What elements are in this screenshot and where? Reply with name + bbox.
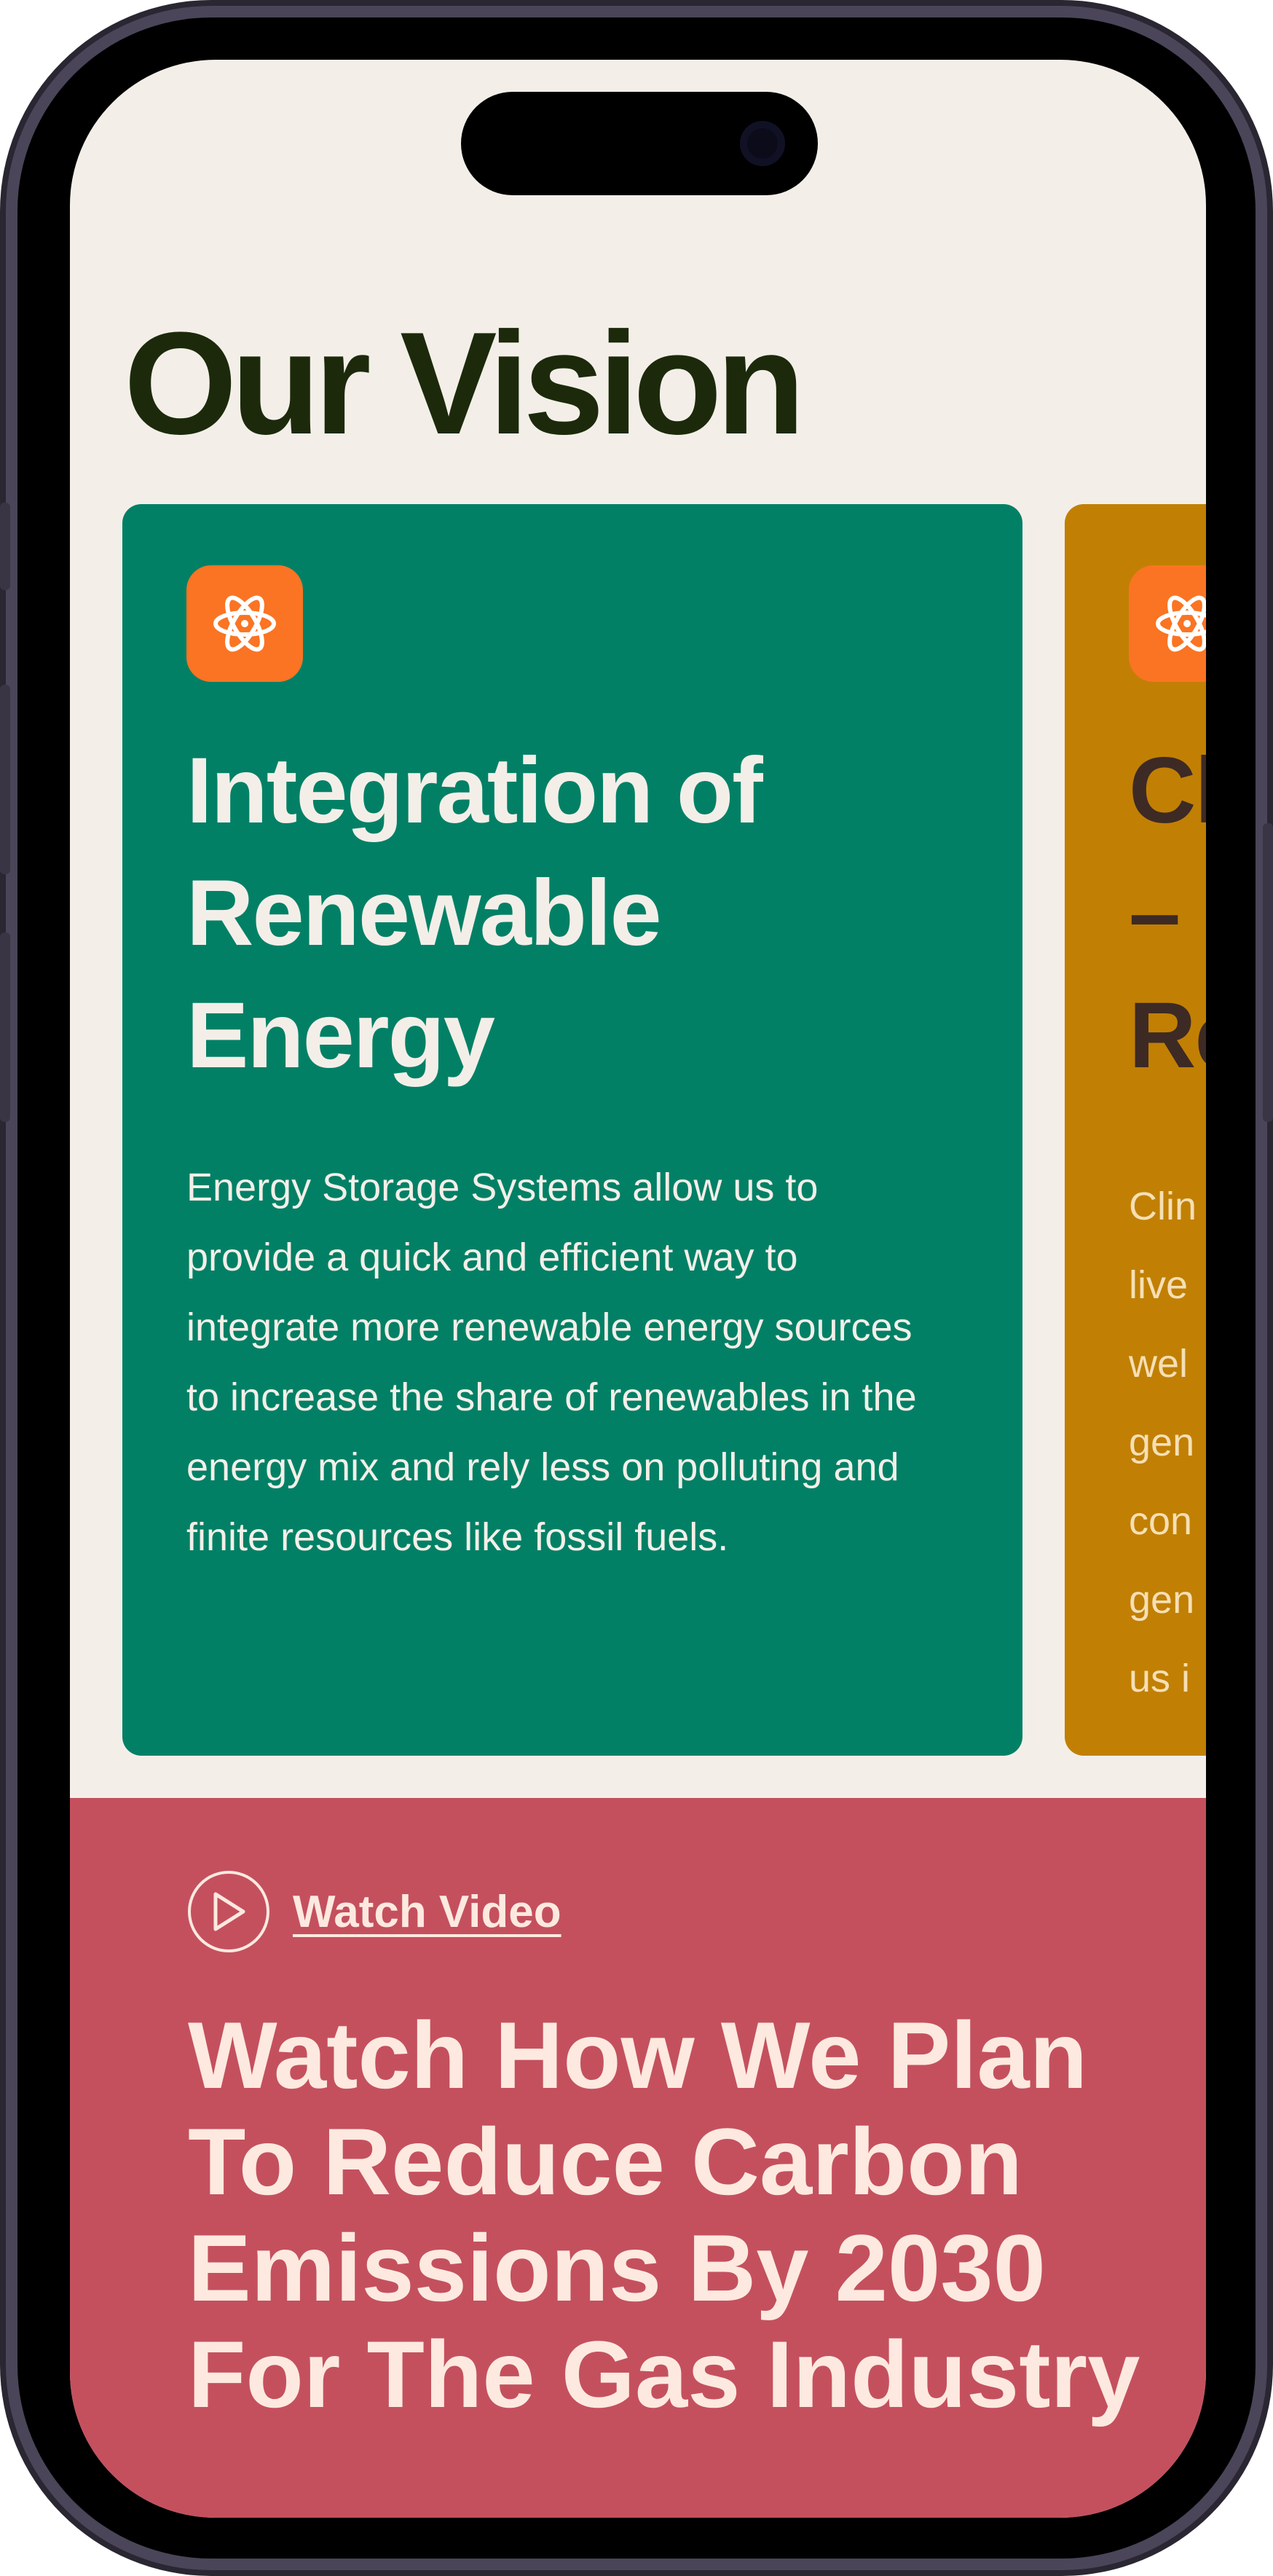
volume-up-button (0, 685, 10, 874)
video-section: Watch Video Watch How We Plan To Reduce … (70, 1798, 1206, 2518)
play-icon[interactable] (188, 1871, 269, 1952)
power-button (1263, 823, 1273, 1122)
action-button (0, 503, 10, 590)
front-camera (740, 121, 785, 166)
atom-icon (186, 565, 303, 682)
card-title: Cl – C Re (1129, 739, 1206, 1088)
screen: Our Vision Integration of Renewable Ener… (70, 60, 1206, 2518)
card-body: Energy Storage Systems allow us to provi… (186, 1166, 917, 1559)
volume-down-button (0, 932, 10, 1122)
phone-frame: Our Vision Integration of Renewable Ener… (0, 0, 1273, 2576)
page-title: Our Vision (124, 302, 805, 465)
card-body: Clin live wel gen con gen us i (1129, 1185, 1197, 1700)
video-heading: Watch How We Plan To Reduce Carbon Emiss… (188, 2002, 1140, 2427)
watch-video-link[interactable]: Watch Video (188, 1871, 561, 1952)
vision-card-climate[interactable]: Cl – C Re Clin live wel gen con gen us i (1065, 504, 1206, 1756)
atom-icon (1129, 565, 1206, 682)
watch-video-label[interactable]: Watch Video (293, 1886, 561, 1938)
card-title: Integration of Renewable Energy (186, 739, 763, 1088)
vision-card-renewable[interactable]: Integration of Renewable Energy Energy S… (122, 504, 1022, 1756)
